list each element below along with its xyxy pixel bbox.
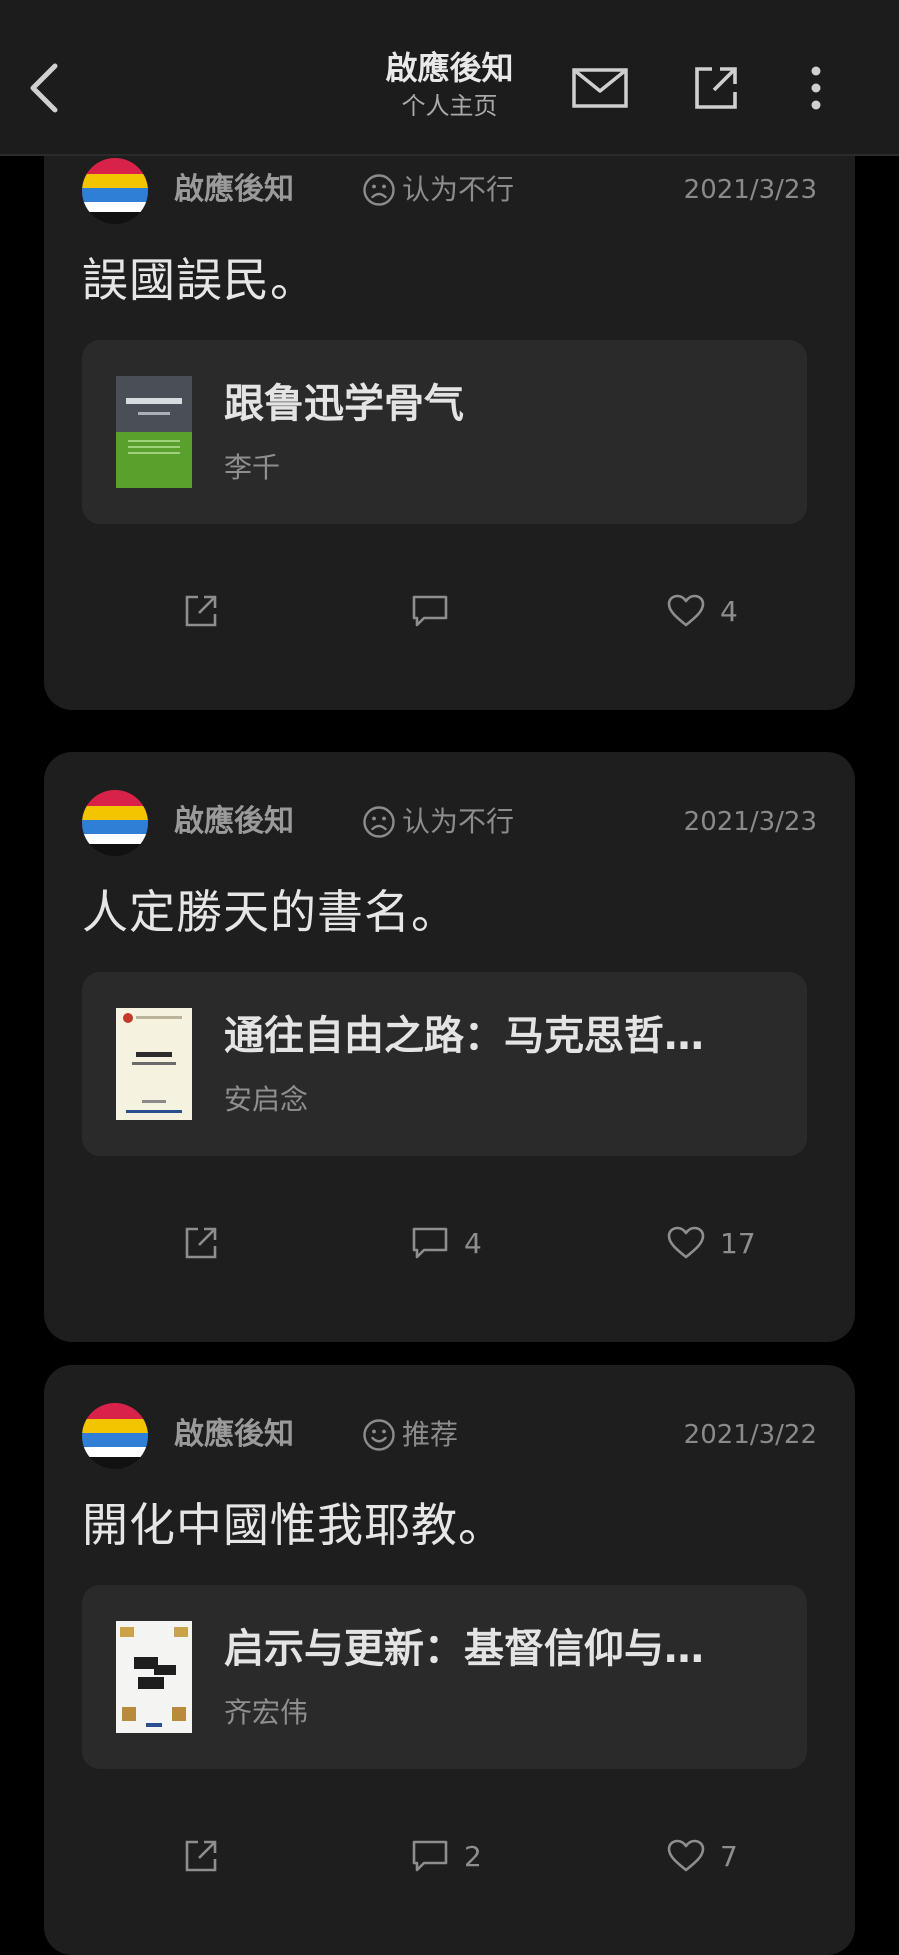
mood-label: 推荐 (362, 1415, 458, 1455)
share-icon (185, 595, 217, 627)
book-title[interactable]: 通往自由之路：马克思哲… (224, 1010, 704, 1062)
book-author[interactable]: 李千 (224, 448, 280, 488)
smile-face-icon (363, 1419, 395, 1451)
sad-face-icon (363, 806, 395, 838)
title-block: 啟應後知 个人主页 (0, 48, 899, 122)
back-button[interactable] (22, 58, 66, 118)
mood-text: 认为不行 (402, 805, 515, 838)
top-bar: 啟應後知 个人主页 (0, 0, 899, 156)
like-action-button[interactable]: 7 (666, 1833, 738, 1879)
comment-action-button[interactable] (410, 588, 464, 634)
post-text[interactable]: 誤國誤民。 (82, 248, 317, 312)
comment-action-button[interactable]: 4 (410, 1220, 482, 1266)
share-action-button[interactable] (182, 1833, 220, 1879)
page-subtitle: 个人主页 (401, 92, 498, 120)
share-icon (185, 1227, 217, 1259)
heart-icon (667, 1839, 705, 1872)
book-card[interactable]: 通往自由之路：马克思哲… 安启念 (82, 972, 807, 1156)
mail-icon (572, 68, 628, 108)
like-count: 4 (720, 594, 738, 628)
mood-text: 推荐 (402, 1418, 459, 1451)
heart-icon (667, 594, 705, 627)
book-author[interactable]: 齐宏伟 (224, 1693, 308, 1733)
share-action-button[interactable] (182, 588, 220, 634)
like-count: 7 (720, 1839, 738, 1873)
book-cover[interactable] (116, 376, 192, 488)
more-vertical-icon (811, 66, 821, 110)
comment-count: 4 (464, 1226, 482, 1260)
avatar[interactable] (82, 790, 148, 856)
share-icon (695, 67, 737, 109)
back-arrow-icon (30, 63, 58, 113)
username[interactable]: 啟應後知 (174, 170, 294, 210)
comment-icon (412, 1227, 448, 1259)
post-date: 2021/3/23 (683, 175, 817, 205)
post-date: 2021/3/23 (683, 807, 817, 837)
book-title[interactable]: 跟鲁迅学骨气 (224, 378, 464, 430)
book-cover[interactable] (116, 1621, 192, 1733)
like-count: 17 (720, 1226, 756, 1260)
book-card[interactable]: 启示与更新：基督信仰与… 齐宏伟 (82, 1585, 807, 1769)
post-date: 2021/3/22 (683, 1420, 817, 1450)
share-icon (185, 1840, 217, 1872)
avatar[interactable] (82, 158, 148, 224)
comment-action-button[interactable]: 2 (410, 1833, 482, 1879)
username[interactable]: 啟應後知 (174, 1415, 294, 1455)
heart-icon (667, 1226, 705, 1259)
mood-label: 认为不行 (362, 802, 514, 842)
comment-icon (412, 1840, 448, 1872)
like-action-button[interactable]: 17 (666, 1220, 756, 1266)
review-card[interactable]: 啟應後知 认为不行 2021/3/23 人定勝天的書名。 通往自由之路：马克思哲… (44, 752, 855, 1342)
like-action-button[interactable]: 4 (666, 588, 738, 634)
more-options-button[interactable] (786, 60, 846, 116)
mood-text: 认为不行 (402, 173, 515, 206)
message-button[interactable] (570, 60, 630, 116)
sad-face-icon (363, 174, 395, 206)
comment-count: 2 (464, 1839, 482, 1873)
book-author[interactable]: 安启念 (224, 1080, 308, 1120)
share-action-button[interactable] (182, 1220, 220, 1266)
book-card[interactable]: 跟鲁迅学骨气 李千 (82, 340, 807, 524)
review-card[interactable]: 啟應後知 推荐 2021/3/22 開化中國惟我耶教。 启示与更新：基督信仰与…… (44, 1365, 855, 1955)
post-text[interactable]: 人定勝天的書名。 (82, 880, 458, 944)
page-title: 啟應後知 (385, 49, 514, 87)
mood-label: 认为不行 (362, 170, 514, 210)
avatar[interactable] (82, 1403, 148, 1469)
username[interactable]: 啟應後知 (174, 802, 294, 842)
review-card[interactable]: 啟應後知 认为不行 2021/3/23 誤國誤民。 跟鲁迅学骨气 李千 4 (44, 120, 855, 710)
comment-icon (412, 595, 448, 627)
book-cover[interactable] (116, 1008, 192, 1120)
book-title[interactable]: 启示与更新：基督信仰与… (224, 1623, 704, 1675)
share-button[interactable] (686, 60, 746, 116)
post-text[interactable]: 開化中國惟我耶教。 (82, 1493, 505, 1557)
